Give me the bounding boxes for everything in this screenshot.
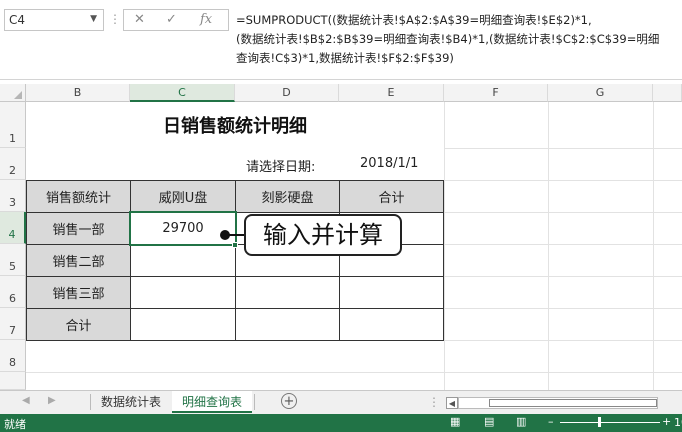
cancel-icon[interactable]: ✕ xyxy=(134,12,145,27)
horizontal-scrollbar[interactable] xyxy=(458,397,658,409)
hscroll-left-icon[interactable]: ◀ xyxy=(446,397,458,409)
tab-detail-query[interactable]: 明细查询表 xyxy=(172,391,252,413)
row-label-dept-2[interactable]: 销售二部 xyxy=(26,244,131,277)
table-header-total[interactable]: 合计 xyxy=(339,180,444,213)
formula-buttons: ✕ ✓ fx xyxy=(123,9,229,31)
column-header-d[interactable]: D xyxy=(235,84,339,102)
date-select-cell[interactable]: 2018/1/1 xyxy=(360,156,418,171)
row-header-7[interactable]: 7 xyxy=(0,308,26,340)
row-label-total[interactable]: 合计 xyxy=(26,308,131,341)
select-all-corner[interactable] xyxy=(0,84,26,102)
column-header-g[interactable]: G xyxy=(548,84,653,102)
row-header-2[interactable]: 2 xyxy=(0,148,26,180)
insert-function-icon[interactable]: fx xyxy=(200,12,212,27)
row-label-dept-3[interactable]: 销售三部 xyxy=(26,276,131,309)
page-break-view-icon[interactable]: ▥ xyxy=(516,415,526,428)
zoom-out-icon[interactable]: – xyxy=(548,415,554,428)
tab-splitter-icon[interactable]: ⋮ xyxy=(428,395,440,409)
formula-input[interactable]: =SUMPRODUCT((数据统计表!$A$2:$A$39=明细查询表!$E$2… xyxy=(236,11,682,75)
cell-c7[interactable] xyxy=(130,308,236,341)
normal-view-icon[interactable]: ▦ xyxy=(450,415,460,428)
cell-e6[interactable] xyxy=(339,276,444,309)
zoom-slider[interactable] xyxy=(560,422,660,423)
tab-scroll-left-icon[interactable]: ◀ xyxy=(22,395,30,406)
page-layout-view-icon[interactable]: ▤ xyxy=(484,415,494,428)
row-label-dept-1[interactable]: 销售一部 xyxy=(26,212,131,245)
cell-c5[interactable] xyxy=(130,244,236,277)
cell-e7[interactable] xyxy=(339,308,444,341)
row-header-4[interactable]: 4 xyxy=(0,212,26,244)
row-header-3[interactable]: 3 xyxy=(0,180,26,212)
cell-c6[interactable] xyxy=(130,276,236,309)
row-header-1[interactable]: 1 xyxy=(0,102,26,148)
column-header-c[interactable]: C xyxy=(130,84,235,102)
tab-scroll-right-icon[interactable]: ▶ xyxy=(48,395,56,406)
column-header-f[interactable]: F xyxy=(444,84,548,102)
enter-icon[interactable]: ✓ xyxy=(166,12,177,27)
cell-d7[interactable] xyxy=(235,308,340,341)
column-header-h[interactable] xyxy=(653,84,682,102)
row-header-8[interactable]: 8 xyxy=(0,340,26,372)
zoom-in-icon[interactable]: + xyxy=(662,415,671,428)
formula-line-1: =SUMPRODUCT((数据统计表!$A$2:$A$39=明细查询表!$E$2… xyxy=(236,13,592,27)
table-header-product-2[interactable]: 刻影硬盘 xyxy=(235,180,340,213)
sheet-tab-bar: ◀ ▶ 数据统计表 明细查询表 + ⋮ ◀ xyxy=(0,390,682,414)
status-bar: 就绪 ▦ ▤ ▥ – + 10 xyxy=(0,414,682,432)
column-header-b[interactable]: B xyxy=(26,84,130,102)
row-header-5[interactable]: 5 xyxy=(0,244,26,276)
add-sheet-icon[interactable]: + xyxy=(281,393,297,409)
formula-line-3: 查询表!C$3)*1,数据统计表!$F$2:$F$39) xyxy=(236,51,454,65)
tab-data-stats[interactable]: 数据统计表 xyxy=(92,391,170,413)
table-header-sales[interactable]: 销售额统计 xyxy=(26,180,131,213)
chevron-down-icon[interactable]: ▼ xyxy=(90,14,97,24)
cell-d6[interactable] xyxy=(235,276,340,309)
more-options-icon: ⋮ xyxy=(109,12,121,26)
row-header-6[interactable]: 6 xyxy=(0,276,26,308)
formula-bar-area: C4 ▼ ⋮ ✕ ✓ fx =SUMPRODUCT((数据统计表!$A$2:$A… xyxy=(0,0,682,80)
callout-label: 输入并计算 xyxy=(244,214,402,256)
zoom-level[interactable]: 10 xyxy=(674,416,682,429)
column-header-e[interactable]: E xyxy=(339,84,444,102)
formula-line-2: (数据统计表!$B$2:$B$39=明细查询表!$B4)*1,(数据统计表!$C… xyxy=(236,32,660,46)
fill-handle[interactable] xyxy=(232,242,238,248)
table-header-product-1[interactable]: 威刚U盘 xyxy=(130,180,236,213)
row-header-9[interactable] xyxy=(0,372,26,390)
active-cell-value: 29700 xyxy=(162,221,204,236)
name-box[interactable]: C4 ▼ xyxy=(4,9,104,31)
zoom-slider-thumb[interactable] xyxy=(598,417,601,427)
sheet-title: 日销售额统计明细 xyxy=(163,116,307,137)
date-label: 请选择日期: xyxy=(246,160,316,175)
name-box-value: C4 xyxy=(9,13,26,27)
status-ready: 就绪 xyxy=(4,418,26,431)
